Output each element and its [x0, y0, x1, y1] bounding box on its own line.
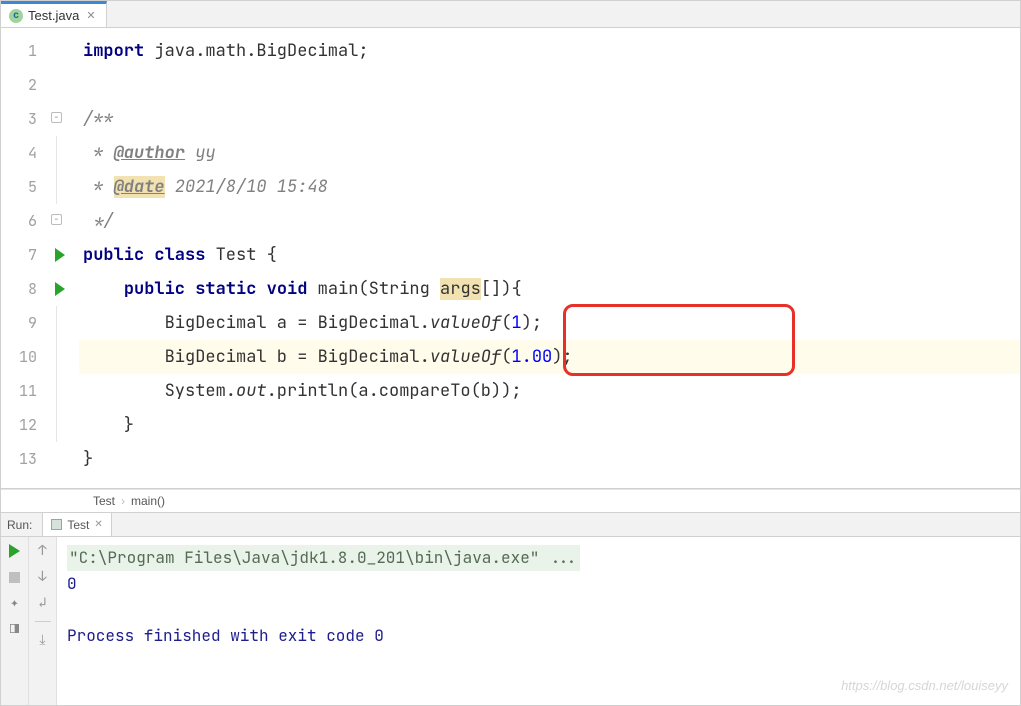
- scroll-down-icon[interactable]: ↓: [35, 569, 51, 585]
- close-icon[interactable]: ✕: [86, 9, 95, 22]
- run-config-name: Test: [67, 518, 89, 532]
- run-method-icon[interactable]: [55, 282, 65, 296]
- run-class-icon[interactable]: [55, 248, 65, 262]
- tab-filename: Test.java: [28, 8, 79, 23]
- run-toolbar-left: ✦ ◨: [1, 537, 29, 705]
- stop-button[interactable]: [7, 569, 23, 585]
- run-toolwindow: ✦ ◨ ↑ ↓ ↲ ⤓ "C:\Program Files\Java\jdk1.…: [1, 537, 1020, 705]
- console-cmd: "C:\Program Files\Java\jdk1.8.0_201\bin\…: [67, 545, 580, 571]
- close-icon[interactable]: ✕: [94, 519, 102, 530]
- run-config-icon: [51, 519, 62, 530]
- run-toolbar-right: ↑ ↓ ↲ ⤓: [29, 537, 57, 705]
- editor-tabbar: Test.java ✕: [1, 1, 1020, 28]
- run-label: Run:: [1, 518, 42, 532]
- rerun-button[interactable]: [7, 543, 23, 559]
- breadcrumb-method[interactable]: main(): [131, 494, 165, 508]
- layout-button[interactable]: ◨: [7, 621, 23, 637]
- chevron-right-icon: ›: [121, 494, 125, 508]
- class-file-icon: [9, 9, 23, 23]
- code-editor[interactable]: 123 456 789 101112 13 import java.math.B…: [1, 28, 1020, 489]
- fold-icon[interactable]: [51, 214, 62, 225]
- editor-tab-testjava[interactable]: Test.java ✕: [1, 1, 107, 27]
- fold-icon[interactable]: [51, 112, 62, 123]
- debug-rerun-button[interactable]: ✦: [7, 595, 23, 611]
- console-output[interactable]: "C:\Program Files\Java\jdk1.8.0_201\bin\…: [57, 537, 1020, 705]
- code-area[interactable]: import java.math.BigDecimal; /** * @auth…: [79, 28, 1020, 488]
- breadcrumb-class[interactable]: Test: [93, 494, 115, 508]
- separator: [35, 621, 51, 622]
- console-exit: Process finished with exit code 0: [67, 623, 1010, 649]
- watermark: https://blog.csdn.net/louiseyy: [841, 673, 1008, 699]
- run-toolwindow-header: Run: Test ✕: [1, 513, 1020, 537]
- breadcrumb: Test › main(): [1, 489, 1020, 513]
- line-gutter: 123 456 789 101112 13: [1, 28, 51, 488]
- scroll-to-end-icon[interactable]: ⤓: [35, 632, 51, 648]
- run-config-tab[interactable]: Test ✕: [42, 513, 111, 536]
- soft-wrap-icon[interactable]: ↲: [35, 595, 51, 611]
- scroll-up-icon[interactable]: ↑: [35, 543, 51, 559]
- console-line: 0: [67, 571, 1010, 597]
- gutter-icons: [51, 28, 79, 488]
